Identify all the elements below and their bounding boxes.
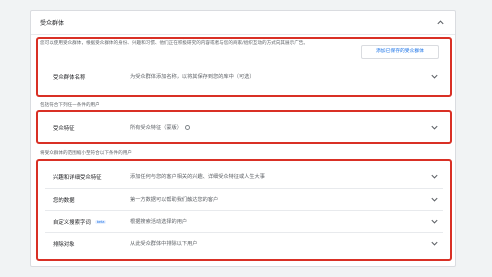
- chevron-up-icon[interactable]: [436, 18, 445, 27]
- chevron-down-icon[interactable]: [430, 72, 439, 81]
- interest-label: 兴趣和详细受众特征: [53, 175, 102, 181]
- your-data-label: 您的数据: [53, 198, 75, 204]
- custom-search-desc: 根据搜索活动选择的用户: [130, 219, 188, 225]
- beta-badge: beta: [94, 220, 107, 224]
- exclusions-desc: 从此受众群体中排除以下用户: [130, 241, 198, 247]
- audience-feature-row[interactable]: 受众特征 所有受众特征（蒙版）: [45, 117, 443, 137]
- narrow-heading: 将受众群体的范围缩小至符合以下条件的用户: [40, 151, 132, 156]
- panel-header[interactable]: 受众群体: [31, 11, 455, 35]
- interest-row[interactable]: 兴趣和详细受众特征 添加任何与您的客户相关的兴趣、详细受众特征或人生大事: [45, 166, 443, 186]
- chevron-down-icon[interactable]: [430, 172, 439, 181]
- chevron-down-icon[interactable]: [430, 239, 439, 248]
- chevron-down-icon[interactable]: [430, 195, 439, 204]
- info-icon[interactable]: [184, 124, 190, 130]
- custom-search-row[interactable]: 自定义搜索字词 beta 根据搜索活动选择的用户: [45, 210, 443, 230]
- audience-feature-label: 受众特征: [53, 126, 75, 132]
- chevron-down-icon[interactable]: [430, 217, 439, 226]
- add-saved-audience-button[interactable]: 添加已保存的受众群体: [361, 45, 439, 59]
- audience-feature-value: 所有受众特征（蒙版）: [130, 124, 190, 131]
- exclusions-label: 排除对象: [53, 242, 75, 248]
- audience-name-field[interactable]: 为受众群体添加名称，以将其保存到您的库中（可选）: [130, 73, 255, 80]
- your-data-desc: 第一方数据可以帮助我们触达您的客户: [130, 197, 219, 203]
- interest-desc: 添加任何与您的客户相关的兴趣、详细受众特征或人生大事: [130, 174, 265, 180]
- exclusions-row[interactable]: 排除对象 从此受众群体中排除以下用户: [45, 232, 443, 252]
- audience-name-label: 受众群体名称: [53, 75, 86, 81]
- include-heading: 包括符合下列任一条件的用户: [40, 103, 100, 108]
- audience-name-row[interactable]: 受众群体名称 为受众群体添加名称，以将其保存到您的库中（可选）: [45, 66, 443, 86]
- panel-title: 受众群体: [40, 20, 65, 27]
- chevron-down-icon[interactable]: [430, 123, 439, 132]
- custom-search-label: 自定义搜索字词 beta: [53, 220, 107, 226]
- your-data-row[interactable]: 您的数据 第一方数据可以帮助我们触达您的客户: [45, 188, 443, 208]
- intro-text: 您可以使用受众群体，根据受众群体的身份、兴趣和习惯、他们正在积极研究的内容或者与…: [40, 41, 308, 46]
- audience-panel: 受众群体 您可以使用受众群体，根据受众群体的身份、兴趣和习惯、他们正在积极研究的…: [30, 10, 456, 267]
